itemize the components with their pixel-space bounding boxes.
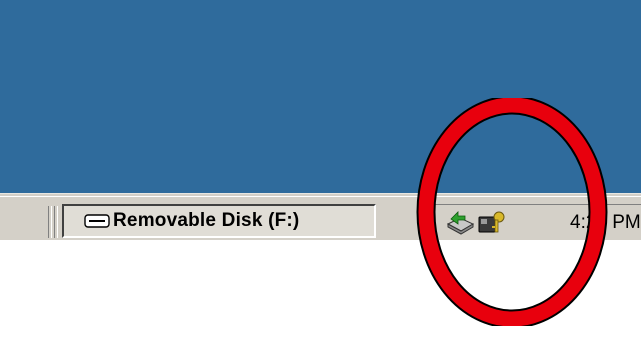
- red-ellipse-annotation: [416, 98, 608, 326]
- task-button-removable-disk[interactable]: Removable Disk (F:): [62, 204, 376, 238]
- taskbar-divider: [48, 206, 52, 238]
- removable-drive-icon: [84, 214, 110, 228]
- task-button-label: Removable Disk (F:): [113, 210, 300, 231]
- taskbar-divider: [54, 206, 58, 238]
